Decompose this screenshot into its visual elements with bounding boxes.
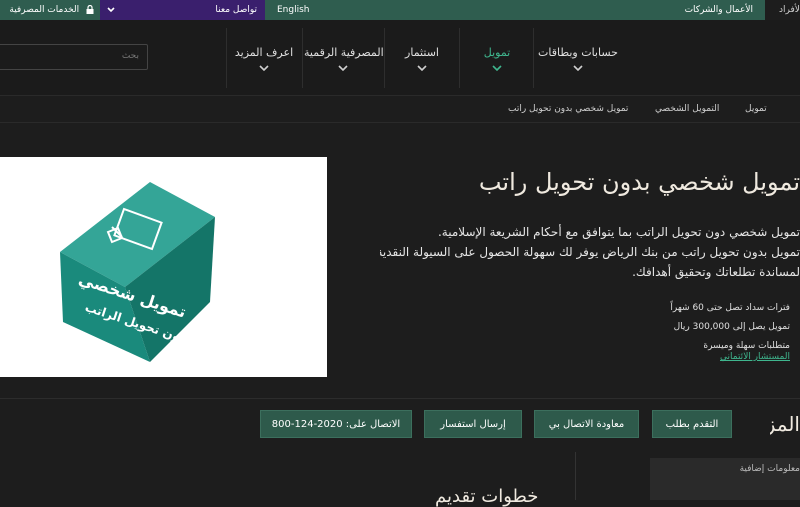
nav-financing[interactable]: تمويل <box>466 46 528 71</box>
credit-advisor-link[interactable]: المستشار الائتماني <box>720 352 790 362</box>
business-label: الأعمال والشركات <box>684 5 753 15</box>
hero-image: تمويل شخصي بدون تحويل الراتب <box>0 157 327 377</box>
feature-item: تمويل يصل إلى 300,000 ريال <box>673 322 790 332</box>
description-line: تمويل شخصي دون تحويل الراتب بما يتوافق م… <box>437 225 800 239</box>
chevron-down-icon <box>259 65 269 71</box>
nav-divider <box>533 28 534 88</box>
features-list: فترات سداد تصل حتى 60 شهراً تمويل يصل إل… <box>530 298 790 357</box>
language-switch[interactable]: English <box>265 0 665 20</box>
business-tab[interactable]: الأعمال والشركات <box>665 0 765 20</box>
chevron-down-icon <box>338 65 348 71</box>
contact-label: تواصل معنا <box>215 5 257 15</box>
nav-accounts-cards[interactable]: حسابات وبطاقات <box>538 46 618 71</box>
page-title: تمويل شخصي بدون تحويل راتب <box>478 168 800 196</box>
search-placeholder: بحث <box>121 51 139 61</box>
chevron-down-icon <box>107 7 115 13</box>
search-input[interactable]: بحث <box>0 44 148 70</box>
chevron-down-icon <box>417 65 427 71</box>
apply-button[interactable]: التقدم بطلب <box>652 410 732 438</box>
language-label: English <box>277 5 310 15</box>
call-button[interactable]: الاتصال على: 2020-124-800 <box>260 410 412 438</box>
breadcrumb-item[interactable]: التمويل الشخصي <box>655 104 719 114</box>
nav-digital-banking[interactable]: المصرفية الرقمية <box>304 46 384 71</box>
nav-investment[interactable]: استثمار <box>390 46 454 71</box>
info-panel[interactable]: معلومات إضافية <box>650 458 800 500</box>
section-divider <box>575 452 576 500</box>
chevron-down-icon <box>573 65 583 71</box>
nav-learn-more[interactable]: اعرف المزيد <box>230 46 298 71</box>
nav-item-label: استثمار <box>405 46 439 59</box>
description-line: لمساندة تطلعاتك وتحقيق أهدافك. <box>632 265 800 279</box>
hero-description: تمويل شخصي دون تحويل الراتب بما يتوافق م… <box>380 222 800 282</box>
nav-item-label: المصرفية الرقمية <box>304 46 384 59</box>
callback-button[interactable]: معاودة الاتصال بي <box>534 410 639 438</box>
contact-dropdown[interactable]: تواصل معنا <box>100 0 265 20</box>
section-heading: خطوات تقديم <box>435 486 539 507</box>
feature-item: فترات سداد تصل حتى 60 شهراً <box>670 303 790 313</box>
financing-cube-illustration: تمويل شخصي بدون تحويل الراتب <box>60 182 215 362</box>
individuals-tab[interactable]: الأفراد <box>765 0 800 20</box>
lock-icon <box>86 5 94 14</box>
nav-item-label: تمويل <box>483 46 511 59</box>
chevron-down-icon <box>492 65 502 71</box>
more-heading: المزيد: <box>770 412 800 436</box>
breadcrumb: تمويل التمويل الشخصي تمويل شخصي بدون تحو… <box>0 96 800 123</box>
online-banking-label: الخدمات المصرفية <box>9 5 80 15</box>
main-navbar: بحث حسابات وبطاقات تمويل استثمار المصرفي… <box>0 20 800 96</box>
nav-divider <box>302 28 303 88</box>
breadcrumb-item[interactable]: تمويل <box>745 104 767 114</box>
nav-divider <box>459 28 460 88</box>
info-panel-label: معلومات إضافية <box>739 464 800 474</box>
send-inquiry-button[interactable]: إرسال استفسار <box>424 410 522 438</box>
nav-divider <box>226 28 227 88</box>
nav-divider <box>384 28 385 88</box>
nav-item-label: اعرف المزيد <box>234 46 294 59</box>
online-banking-link[interactable]: الخدمات المصرفية <box>0 0 100 20</box>
breadcrumb-current: تمويل شخصي بدون تحويل راتب <box>508 104 629 114</box>
individuals-label: الأفراد <box>779 5 800 15</box>
description-line: تمويل بدون تحويل راتب من بنك الرياض يوفر… <box>380 245 800 259</box>
nav-item-label: حسابات وبطاقات <box>538 46 618 59</box>
section-divider <box>0 398 800 399</box>
top-bar: الخدمات المصرفية تواصل معنا English الأع… <box>0 0 800 20</box>
